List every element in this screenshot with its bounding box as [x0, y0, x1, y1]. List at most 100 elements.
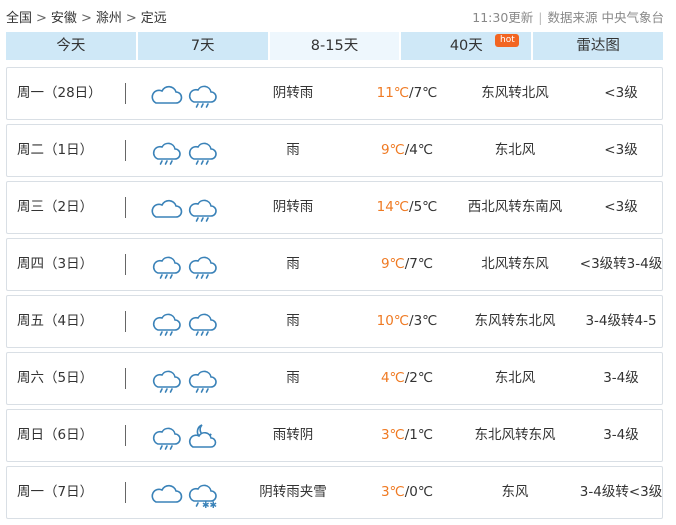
row-divider — [125, 482, 126, 503]
forecast-condition: 雨 — [286, 370, 300, 386]
forecast-day: 周六（5日） — [17, 370, 94, 386]
temp-low: /2℃ — [404, 370, 434, 386]
wind-direction: 东风 — [501, 484, 529, 500]
tab-7-days[interactable]: 7天 — [137, 32, 270, 60]
row-divider — [125, 254, 126, 275]
rain-icon — [151, 136, 183, 166]
wind-direction: 东北风转东风 — [474, 427, 556, 443]
temp-low: /5℃ — [409, 199, 438, 215]
temp-high: 11℃ — [376, 85, 410, 101]
cloudy-icon — [151, 478, 183, 508]
wind-direction: 东风转北风 — [481, 85, 549, 101]
wind-direction: 东北风 — [494, 370, 536, 386]
tab-40-days[interactable]: 40天 hot — [401, 32, 534, 60]
row-divider — [125, 368, 126, 389]
rain-icon — [187, 136, 219, 166]
forecast-temperature: 14℃/5℃ — [357, 182, 457, 233]
forecast-tabs: 今天 7天 8-15天 40天 hot 雷达图 — [6, 32, 663, 60]
cloudy-icon — [151, 193, 183, 223]
sleet-icon: ✱✱ — [187, 478, 219, 511]
temp-low: /1℃ — [404, 427, 434, 443]
rain-icon — [187, 250, 219, 280]
forecast-row: 周四（3日） 雨 9℃/7℃ 北风转东风 <3级转3-4级 — [6, 238, 663, 291]
wind-direction: 东北风 — [494, 142, 536, 158]
temp-high: 4℃ — [380, 370, 405, 386]
forecast-row: 周一（7日） ✱✱ 阴转雨夹雪 3℃/0℃ 东风 3-4级转<3级 — [6, 466, 663, 519]
rain-icon — [151, 364, 183, 394]
svg-text:✱✱: ✱✱ — [202, 501, 217, 508]
forecast-condition: 阴转雨 — [272, 85, 314, 101]
rain-icon — [187, 364, 219, 394]
breadcrumb-separator: > — [36, 11, 47, 26]
data-source: 数据来源 中央气象台 — [547, 10, 664, 25]
wind-direction: 西北风转东南风 — [467, 199, 563, 215]
forecast-row: 周六（5日） 雨 4℃/2℃ 东北风 3-4级 — [6, 352, 663, 405]
rain-icon — [151, 307, 183, 337]
wind-level: <3级转3-4级 — [579, 256, 663, 272]
breadcrumb-city[interactable]: 滁州 — [96, 7, 122, 26]
forecast-day: 周三（2日） — [17, 199, 94, 215]
forecast-day: 周一（28日） — [17, 85, 102, 101]
forecast-condition: 雨 — [286, 256, 300, 272]
wind-level: 3-4级 — [603, 427, 639, 443]
breadcrumb-province[interactable]: 安徽 — [51, 7, 77, 26]
breadcrumb-separator: > — [125, 11, 137, 26]
forecast-condition: 雨 — [286, 313, 300, 329]
breadcrumb: 全国 > 安徽 > 滁州 > 定远 — [6, 7, 167, 26]
forecast-day: 周四（3日） — [17, 256, 94, 272]
temp-high: 3℃ — [380, 427, 405, 443]
tab-today[interactable]: 今天 — [6, 32, 138, 60]
forecast-row: 周日（6日） 雨转阴 3℃/1℃ 东北风转东风 3-4级 — [6, 409, 663, 462]
forecast-row: 周二（1日） 雨 9℃/4℃ 东北风 <3级 — [6, 124, 663, 177]
forecast-row: 周五（4日） 雨 10℃/3℃ 东风转东北风 3-4级转4-5 — [6, 295, 663, 348]
wind-direction: 北风转东风 — [481, 256, 549, 272]
forecast-condition: 雨 — [286, 142, 300, 158]
row-divider — [125, 83, 126, 104]
rain-icon — [151, 250, 183, 280]
forecast-condition: 雨转阴 — [272, 427, 314, 443]
forecast-condition: 阴转雨夹雪 — [259, 484, 327, 500]
forecast-temperature: 9℃/7℃ — [357, 239, 457, 290]
forecast-temperature: 3℃/0℃ — [357, 467, 457, 518]
update-time: 11:30更新 — [472, 10, 534, 25]
update-info: 11:30更新 | 数据来源 中央气象台 — [472, 7, 664, 26]
row-divider — [125, 140, 126, 161]
wind-level: 3-4级转<3级 — [579, 484, 663, 500]
row-divider — [125, 311, 126, 332]
temp-low: /4℃ — [404, 142, 434, 158]
forecast-day: 周五（4日） — [17, 313, 94, 329]
tab-radar[interactable]: 雷达图 — [533, 32, 663, 60]
wind-level: <3级 — [604, 142, 638, 158]
breadcrumb-separator: > — [80, 11, 92, 26]
wind-level: 3-4级转4-5 — [585, 313, 657, 329]
forecast-row: 周一（28日） 阴转雨 11℃/7℃ 东风转北风 <3级 — [6, 67, 663, 120]
forecast-temperature: 9℃/4℃ — [357, 125, 457, 176]
temp-high: 3℃ — [380, 484, 405, 500]
tab-40-days-label: 40天 — [449, 38, 483, 54]
rain-icon — [187, 79, 219, 109]
partly-cloudy-night-icon — [187, 421, 219, 451]
wind-direction: 东风转东北风 — [474, 313, 556, 329]
hot-badge: hot — [495, 34, 520, 47]
temp-high: 14℃ — [376, 199, 410, 215]
row-divider — [125, 425, 126, 446]
temp-low: /0℃ — [404, 484, 434, 500]
breadcrumb-country[interactable]: 全国 — [6, 7, 32, 26]
temp-low: /7℃ — [409, 85, 438, 101]
forecast-temperature: 3℃/1℃ — [357, 410, 457, 461]
tab-8-15-days[interactable]: 8-15天 — [269, 32, 402, 60]
wind-level: <3级 — [604, 199, 638, 215]
wind-level: 3-4级 — [603, 370, 639, 386]
forecast-day: 周二（1日） — [17, 142, 94, 158]
breadcrumb-county: 定远 — [140, 11, 167, 26]
temp-high: 10℃ — [376, 313, 410, 329]
temp-high: 9℃ — [380, 256, 405, 272]
forecast-temperature: 10℃/3℃ — [357, 296, 457, 347]
wind-level: <3级 — [604, 85, 638, 101]
rain-icon — [187, 307, 219, 337]
forecast-day: 周日（6日） — [17, 427, 94, 443]
rain-icon — [151, 421, 183, 451]
forecast-list: 周一（28日） 阴转雨 11℃/7℃ 东风转北风 <3级 周二（1日）雨 9℃/4℃ 东北风 <… — [6, 67, 663, 523]
temp-low: /3℃ — [409, 313, 438, 329]
temp-low: /7℃ — [404, 256, 434, 272]
